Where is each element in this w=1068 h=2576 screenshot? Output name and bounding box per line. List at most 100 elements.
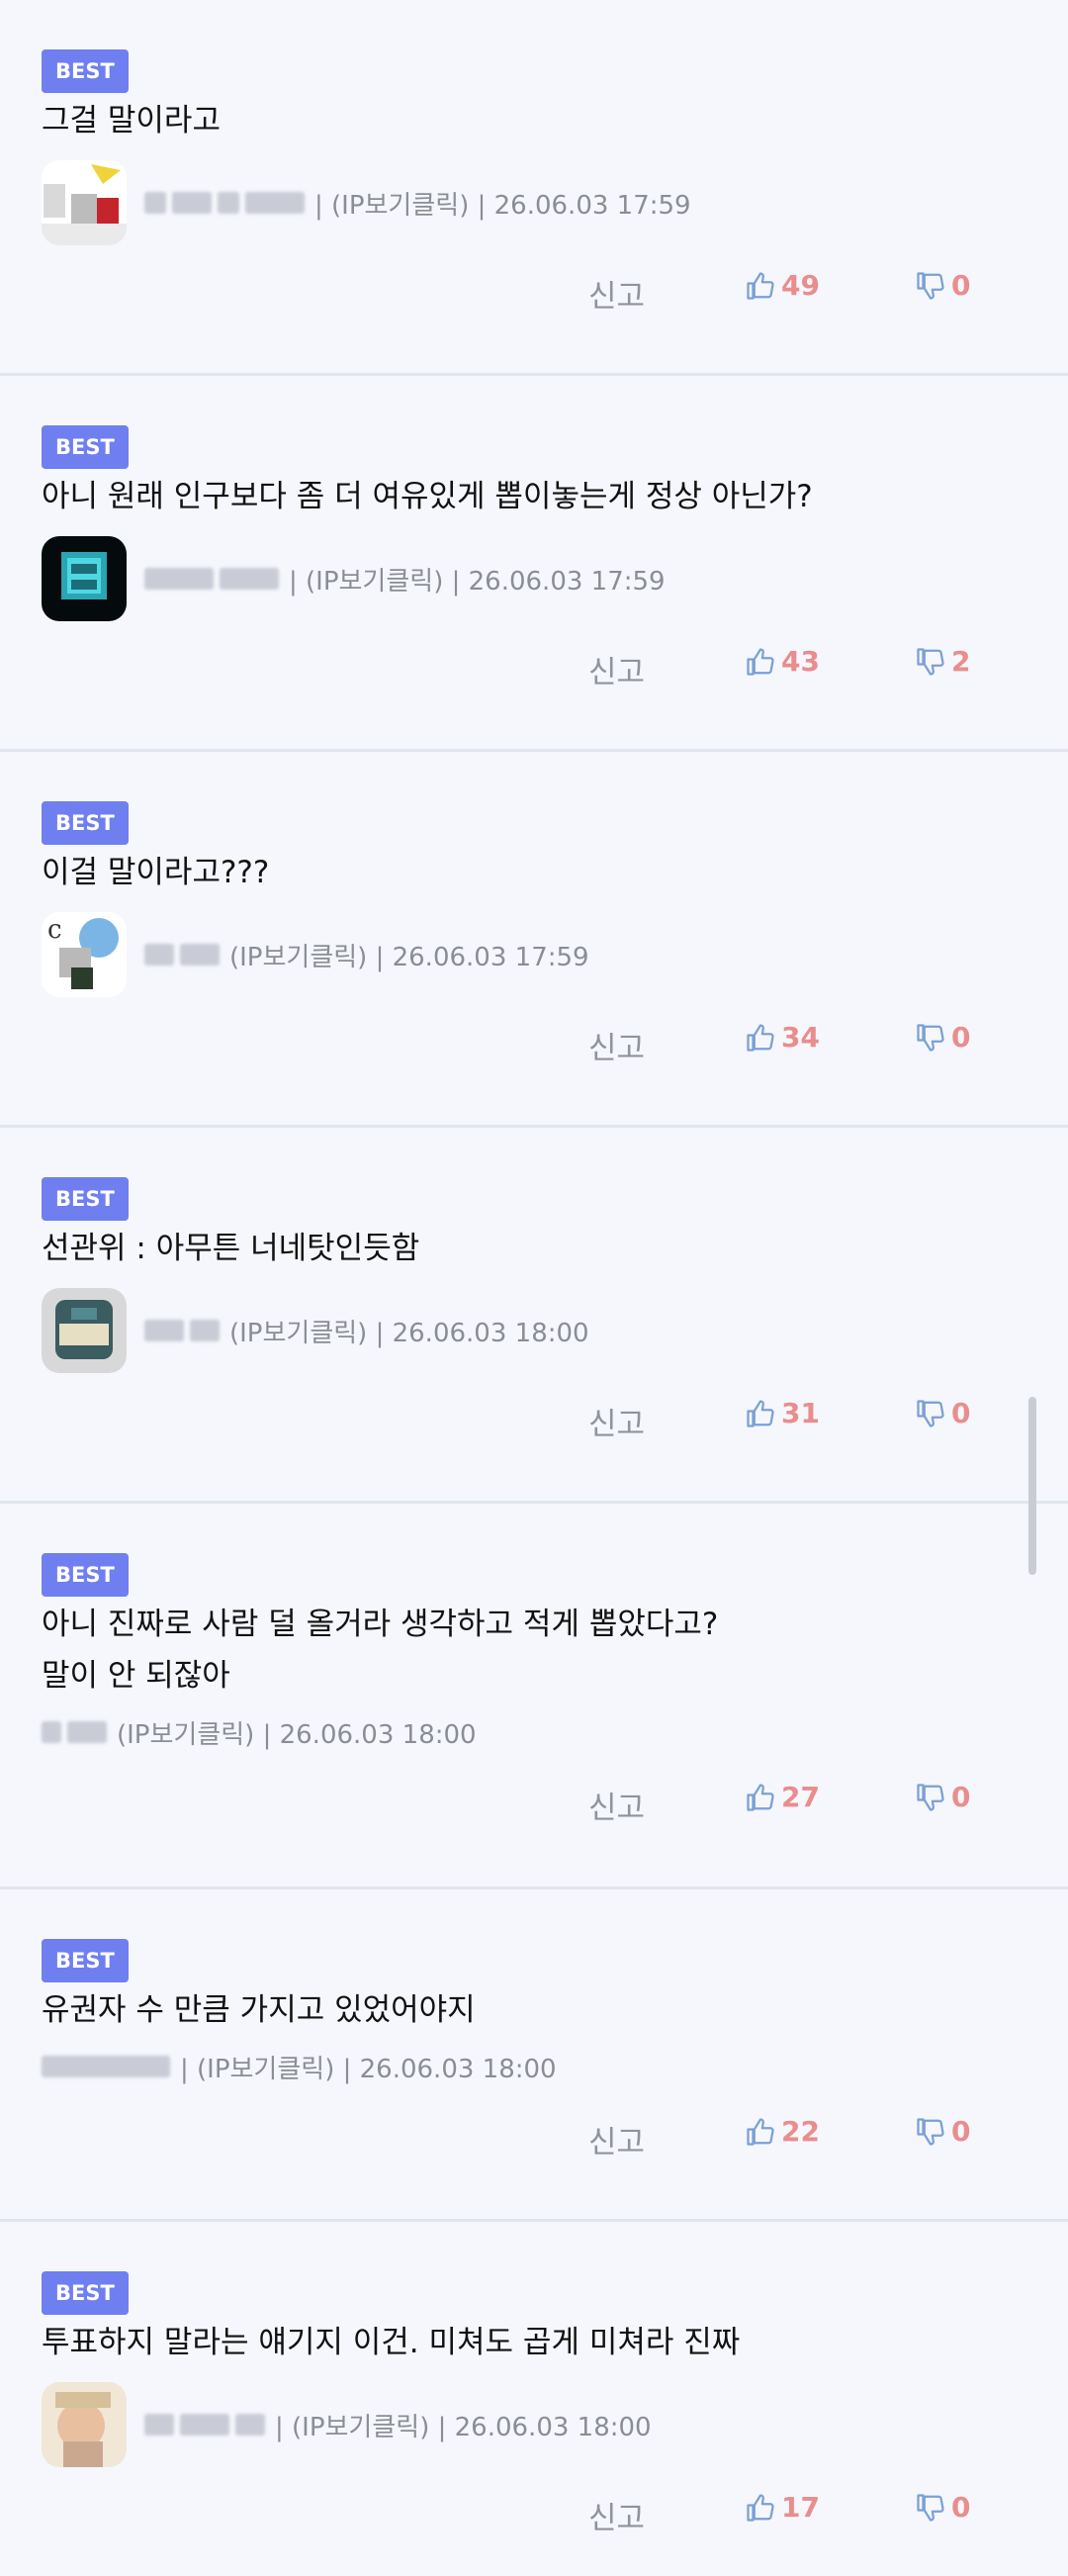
thumbs-down-icon	[917, 1399, 944, 1427]
dislike-button[interactable]: 0	[916, 269, 970, 302]
like-count: 34	[781, 1021, 820, 1054]
dislike-count: 0	[951, 1021, 971, 1054]
comment-actions: 신고 43 2	[42, 621, 1026, 750]
report-button[interactable]: 신고	[588, 2493, 645, 2537]
report-button[interactable]: 신고	[588, 647, 645, 691]
thumbs-down-icon	[917, 1023, 944, 1052]
comment-item: BEST 아니 원래 인구보다 좀 더 여유있게 뽑이놓는게 정상 아닌가? |…	[0, 376, 1068, 752]
avatar[interactable]	[42, 1288, 127, 1373]
dislike-count: 2	[951, 645, 971, 678]
report-button[interactable]: 신고	[588, 1783, 645, 1827]
avatar[interactable]	[42, 536, 127, 621]
comment-ip-date[interactable]: (IP보기클릭) | 26.06.03 17:59	[229, 937, 589, 973]
best-badge: BEST	[42, 1939, 129, 1982]
like-button[interactable]: 49	[746, 269, 820, 302]
like-count: 43	[781, 645, 820, 678]
like-button[interactable]: 22	[746, 2115, 820, 2148]
comment-meta: c (IP보기클릭) | 26.06.03 17:59	[42, 912, 1026, 997]
best-badge: BEST	[42, 425, 129, 469]
dislike-count: 0	[951, 269, 971, 302]
like-button[interactable]: 43	[746, 645, 820, 678]
report-button[interactable]: 신고	[588, 271, 645, 316]
thumbs-down-icon	[917, 1783, 944, 1811]
thumbs-up-icon	[747, 647, 774, 676]
comment-meta: | (IP보기클릭) | 26.06.03 18:00	[42, 2382, 1026, 2467]
comment-meta: | (IP보기클릭) | 26.06.03 17:59	[42, 160, 1026, 245]
thumbs-down-icon	[917, 2117, 944, 2146]
comment-ip-date[interactable]: | (IP보기클릭) | 26.06.03 18:00	[180, 2049, 557, 2085]
comment-ip-date[interactable]: | (IP보기클릭) | 26.06.03 17:59	[314, 185, 691, 222]
comment-item: BEST 그걸 말이라고 | (IP보기클릭) | 26.06.03 17:59…	[0, 0, 1068, 376]
comment-meta: | (IP보기클릭) | 26.06.03 17:59	[42, 536, 1026, 621]
dislike-count: 0	[951, 2115, 971, 2148]
scrollbar[interactable]	[1028, 1397, 1036, 1575]
author-name-blurred[interactable]	[42, 1721, 107, 1743]
author-name-blurred[interactable]	[144, 1320, 220, 1341]
thumbs-up-icon	[747, 1023, 774, 1052]
comment-actions: 신고 17 0	[42, 2467, 1026, 2576]
dislike-button[interactable]: 0	[916, 1021, 970, 1054]
best-badge: BEST	[42, 801, 129, 845]
like-button[interactable]: 17	[746, 2491, 820, 2524]
comment-item: BEST 이걸 말이라고??? c (IP보기클릭) | 26.06.03 17…	[0, 752, 1068, 1128]
thumbs-down-icon	[917, 2493, 944, 2522]
dislike-count: 0	[951, 1397, 971, 1429]
comment-item: BEST 유권자 수 만큼 가지고 있었어야지 | (IP보기클릭) | 26.…	[0, 1889, 1068, 2222]
svg-text:c: c	[47, 915, 62, 945]
like-button[interactable]: 31	[746, 1397, 820, 1429]
dislike-button[interactable]: 0	[916, 1397, 970, 1429]
best-badge: BEST	[42, 49, 129, 93]
dislike-button[interactable]: 0	[916, 2115, 970, 2148]
best-badge: BEST	[42, 1177, 129, 1221]
report-button[interactable]: 신고	[588, 2117, 645, 2162]
avatar[interactable]	[42, 160, 127, 245]
comment-item: BEST 선관위 : 아무튼 너네탓인듯함 (IP보기클릭) | 26.06.0…	[0, 1128, 1068, 1504]
comment-list: BEST 그걸 말이라고 | (IP보기클릭) | 26.06.03 17:59…	[0, 0, 1068, 2563]
comment-ip-date[interactable]: (IP보기클릭) | 26.06.03 18:00	[229, 1313, 589, 1349]
comment-meta: | (IP보기클릭) | 26.06.03 18:00	[42, 2042, 1026, 2091]
author-name-blurred[interactable]	[144, 192, 305, 214]
comment-actions: 신고 27 0	[42, 1757, 1026, 1886]
like-button[interactable]: 34	[746, 1021, 820, 1054]
comment-item: BEST 아니 진짜로 사람 덜 올거라 생각하고 적게 뽑았다고? 말이 안 …	[0, 1504, 1068, 1889]
like-count: 27	[781, 1781, 820, 1813]
avatar[interactable]	[42, 2382, 127, 2467]
comment-ip-date[interactable]: | (IP보기클릭) | 26.06.03 17:59	[289, 561, 666, 598]
comment-actions: 신고 31 0	[42, 1373, 1026, 1502]
comment-text: 선관위 : 아무튼 너네탓인듯함	[42, 1231, 420, 1266]
thumbs-down-icon	[917, 271, 944, 300]
comment-text: 아니 진짜로 사람 덜 올거라 생각하고 적게 뽑았다고? 말이 안 되잖아	[42, 1607, 719, 1694]
dislike-button[interactable]: 2	[916, 645, 970, 678]
dislike-button[interactable]: 0	[916, 1781, 970, 1813]
thumbs-up-icon	[747, 271, 774, 300]
thumbs-up-icon	[747, 1783, 774, 1811]
like-count: 22	[781, 2115, 820, 2148]
avatar[interactable]: c	[42, 912, 127, 997]
best-badge: BEST	[42, 1553, 129, 1597]
dislike-button[interactable]: 0	[916, 2491, 970, 2524]
best-badge: BEST	[42, 2271, 129, 2315]
thumbs-up-icon	[747, 2493, 774, 2522]
like-button[interactable]: 27	[746, 1781, 820, 1813]
thumbs-down-icon	[917, 647, 944, 676]
report-button[interactable]: 신고	[588, 1399, 645, 1443]
comment-ip-date[interactable]: | (IP보기클릭) | 26.06.03 18:00	[275, 2407, 652, 2443]
comment-text: 그걸 말이라고	[42, 103, 221, 138]
comment-ip-date[interactable]: (IP보기클릭) | 26.06.03 18:00	[117, 1714, 477, 1751]
comment-actions: 신고 22 0	[42, 2091, 1026, 2210]
comment-text: 이걸 말이라고???	[42, 855, 270, 890]
like-count: 49	[781, 269, 820, 302]
like-count: 31	[781, 1397, 820, 1429]
dislike-count: 0	[951, 2491, 971, 2524]
comment-text: 투표하지 말라는 얘기지 이건. 미쳐도 곱게 미쳐라 진짜	[42, 2325, 741, 2360]
author-name-blurred[interactable]	[144, 944, 220, 966]
thumbs-up-icon	[747, 1399, 774, 1427]
comment-item: BEST 투표하지 말라는 얘기지 이건. 미쳐도 곱게 미쳐라 진짜 | (I…	[0, 2222, 1068, 2563]
report-button[interactable]: 신고	[588, 1023, 645, 1067]
comment-meta: (IP보기클릭) | 26.06.03 18:00	[42, 1288, 1026, 1373]
comment-actions: 신고 49 0	[42, 245, 1026, 374]
author-name-blurred[interactable]	[144, 568, 279, 590]
author-name-blurred[interactable]	[42, 2056, 170, 2077]
author-name-blurred[interactable]	[144, 2414, 265, 2436]
like-count: 17	[781, 2491, 820, 2524]
